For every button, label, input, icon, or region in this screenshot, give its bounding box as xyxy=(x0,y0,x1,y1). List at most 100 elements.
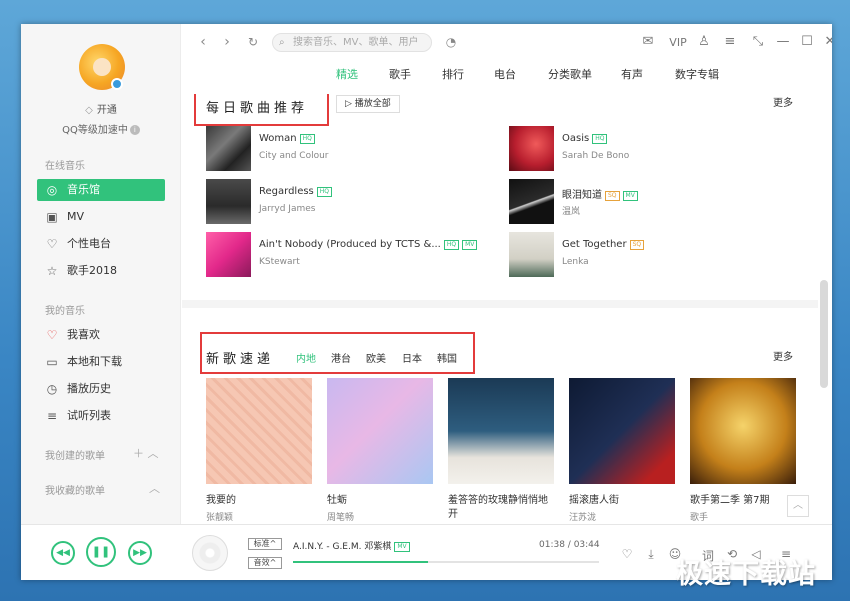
album-name: 我要的 xyxy=(206,495,236,506)
hq-tag: HQ xyxy=(316,187,332,197)
created-actions: ＋ ︿ xyxy=(133,445,159,461)
refresh-icon[interactable]: ↻ xyxy=(244,35,262,49)
album-name: 摇滚唐人街 xyxy=(569,495,619,506)
song-artist: Sarah De Bono xyxy=(562,151,630,161)
song-cover xyxy=(509,232,554,277)
song-title: Woman HQ xyxy=(259,133,315,144)
tab-featured[interactable]: 精选 xyxy=(336,66,358,82)
song-cover xyxy=(509,126,554,171)
vip-button[interactable]: VIP xyxy=(667,36,689,49)
play-icon: ▷ xyxy=(345,99,355,109)
my-music-title: 我的音乐 xyxy=(45,306,85,317)
pause-button[interactable]: ❚❚ xyxy=(86,537,116,567)
play-all-button[interactable]: ▷ 播放全部 xyxy=(336,95,400,113)
back-to-top-button[interactable]: ︿ xyxy=(787,495,809,517)
minimize-icon[interactable]: — xyxy=(775,34,791,49)
created-playlists-title[interactable]: 我创建的歌单 xyxy=(45,447,105,462)
album-disc[interactable] xyxy=(192,535,228,571)
region-tab-hk-tw[interactable]: 港台 xyxy=(331,350,351,365)
search-input[interactable]: ⌕ 搜索音乐、MV、歌单、用户 xyxy=(272,33,432,52)
progress-bar[interactable] xyxy=(293,561,599,563)
sidebar-item-label: 本地和下载 xyxy=(67,355,122,368)
song-item[interactable]: Oasis HQ Sarah De Bono xyxy=(509,126,789,172)
tab-charts[interactable]: 排行 xyxy=(442,66,464,82)
album-cover xyxy=(690,378,796,484)
now-playing-title: A.I.N.Y. - G.E.M. 邓紫棋 xyxy=(293,542,392,552)
song-artist: Jarryd James xyxy=(259,204,316,214)
chevron-up-icon[interactable]: ︿ xyxy=(149,480,160,496)
skin-icon[interactable]: ♙ xyxy=(696,34,712,49)
album-card[interactable]: 牡蛎 周笔畅 xyxy=(327,378,433,523)
album-card[interactable]: 我要的 张靓颖 xyxy=(206,378,312,523)
sidebar-item-playlist[interactable]: ≡ 试听列表 xyxy=(37,405,165,427)
sidebar-item-label: 我喜欢 xyxy=(67,328,100,341)
region-tab-western[interactable]: 欧美 xyxy=(366,350,386,365)
song-artist: KStewart xyxy=(259,257,300,267)
sidebar-item-mv[interactable]: ▣ MV xyxy=(37,206,165,228)
vip-row[interactable]: ◇ 开通 xyxy=(21,101,181,116)
sidebar: ◇ 开通 QQ等级加速中 i 在线音乐 ◎ 音乐馆 ▣ MV ♡ 个性电台 ☆ 歌手2018… xyxy=(21,24,181,524)
album-name: 牡蛎 xyxy=(327,495,347,506)
song-item[interactable]: Woman HQ City and Colour xyxy=(206,126,486,172)
album-card[interactable]: 摇滚唐人街 汪苏泷 xyxy=(569,378,675,523)
recognize-icon[interactable]: ◔ xyxy=(442,35,460,49)
info-icon: i xyxy=(129,125,140,135)
song-artist: 温岚 xyxy=(562,207,581,217)
back-icon[interactable]: ‹ xyxy=(194,34,212,50)
tab-audio[interactable]: 有声 xyxy=(621,66,643,82)
sidebar-item-local[interactable]: ▭ 本地和下载 xyxy=(37,351,165,373)
menu-icon[interactable]: ≡ xyxy=(722,34,738,49)
song-title: Get Together SQ xyxy=(562,239,645,250)
close-icon[interactable]: ✕ xyxy=(822,34,832,49)
album-artist: 张靓颖 xyxy=(206,513,234,523)
sidebar-item-label: MV xyxy=(67,210,85,223)
mv-icon: ▣ xyxy=(46,210,58,224)
chevron-up-icon[interactable]: ︿ xyxy=(148,447,159,460)
mv-tag[interactable]: MV xyxy=(394,542,410,552)
daily-title: 每日歌曲推荐 xyxy=(206,101,309,116)
next-icon: ▶▶ xyxy=(133,548,147,558)
sidebar-item-music-hall[interactable]: ◎ 音乐馆 xyxy=(37,179,165,201)
region-tab-japan[interactable]: 日本 xyxy=(402,350,422,365)
vip-open-label: 开通 xyxy=(96,105,117,116)
tab-singers[interactable]: 歌手 xyxy=(389,66,411,82)
download-icon[interactable]: ⤓ xyxy=(643,547,659,562)
song-item[interactable]: Get Together SQ Lenka xyxy=(509,232,789,278)
maximize-icon[interactable]: ☐ xyxy=(799,34,815,49)
next-button[interactable]: ▶▶ xyxy=(128,541,152,565)
daily-more-link[interactable]: 更多 xyxy=(773,94,793,109)
mail-icon[interactable]: ✉ xyxy=(640,34,656,49)
song-title: Ain't Nobody (Produced by TCTS &... HQ MV xyxy=(259,239,478,250)
favorite-playlists-title[interactable]: 我收藏的歌单 xyxy=(45,482,105,497)
forward-icon[interactable]: › xyxy=(218,34,236,50)
song-item[interactable]: Regardless HQ Jarryd James xyxy=(206,179,486,225)
sidebar-item-radio[interactable]: ♡ 个性电台 xyxy=(37,233,165,255)
album-card[interactable]: 歌手第二季 第7期 歌手 xyxy=(690,378,796,523)
mini-mode-icon[interactable]: ⤡ xyxy=(750,34,766,49)
song-cover xyxy=(206,126,251,171)
region-tab-korea[interactable]: 韩国 xyxy=(437,350,457,365)
add-icon[interactable]: ＋ xyxy=(133,447,144,460)
tab-radio[interactable]: 电台 xyxy=(494,66,516,82)
like-icon[interactable]: ♡ xyxy=(619,547,635,561)
album-artist: 歌手 xyxy=(690,513,709,523)
scrollbar[interactable] xyxy=(820,280,828,388)
previous-button[interactable]: ◀◀ xyxy=(51,541,75,565)
region-tab-mainland[interactable]: 内地 xyxy=(296,350,316,365)
sidebar-item-history[interactable]: ◷ 播放历史 xyxy=(37,378,165,400)
new-songs-more-link[interactable]: 更多 xyxy=(773,348,793,363)
effect-button[interactable]: 音效^ xyxy=(248,557,282,569)
tab-digital-albums[interactable]: 数字专辑 xyxy=(675,66,719,82)
section-divider xyxy=(182,300,818,308)
star-icon: ☆ xyxy=(46,264,58,278)
sidebar-item-favorites[interactable]: ♡ 我喜欢 xyxy=(37,324,165,346)
qq-level-row[interactable]: QQ等级加速中 i xyxy=(21,121,181,136)
album-cover xyxy=(206,378,312,484)
tab-categories[interactable]: 分类歌单 xyxy=(548,66,592,82)
song-item[interactable]: Ain't Nobody (Produced by TCTS &... HQ MV … xyxy=(206,232,486,278)
song-item[interactable]: 眼泪知道 SQ MV 温岚 xyxy=(509,179,789,225)
album-card[interactable]: 羞答答的玫瑰静悄悄地开 胡夏 xyxy=(448,378,554,524)
quality-button[interactable]: 标准^ xyxy=(248,538,282,550)
qq-music-window: ◇ 开通 QQ等级加速中 i 在线音乐 ◎ 音乐馆 ▣ MV ♡ 个性电台 ☆ 歌手2018… xyxy=(21,24,832,580)
sidebar-item-singer2018[interactable]: ☆ 歌手2018 xyxy=(37,260,165,282)
